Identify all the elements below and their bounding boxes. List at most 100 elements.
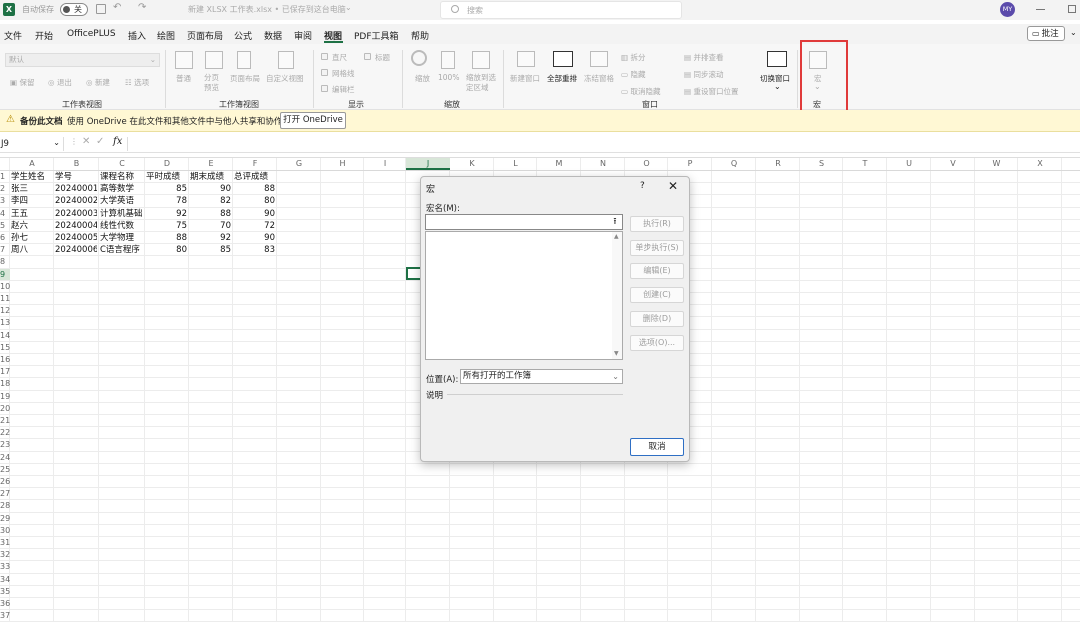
row-header[interactable]: 14: [0, 330, 10, 342]
column-header[interactable]: Q: [712, 158, 756, 170]
column-header[interactable]: N: [581, 158, 625, 170]
search-box[interactable]: 搜索: [440, 1, 682, 19]
cell[interactable]: 20240002: [55, 195, 97, 207]
cell[interactable]: 80: [146, 244, 187, 256]
row-header[interactable]: 16: [0, 354, 10, 366]
cell[interactable]: 20240004: [55, 220, 97, 232]
autosave-toggle[interactable]: 关: [60, 3, 88, 16]
column-header[interactable]: S: [800, 158, 843, 170]
row-header[interactable]: 8: [0, 256, 10, 268]
cancel-button[interactable]: 取消: [630, 438, 684, 456]
cell[interactable]: 88: [234, 183, 275, 195]
avatar[interactable]: MY: [1000, 2, 1015, 17]
column-header[interactable]: O: [625, 158, 668, 170]
column-header[interactable]: X: [1018, 158, 1062, 170]
cell[interactable]: 王五: [11, 208, 52, 220]
row-header[interactable]: 6: [0, 232, 10, 244]
edit-button[interactable]: 编辑(E): [630, 263, 684, 279]
cell[interactable]: 计算机基础: [100, 208, 143, 220]
row-header[interactable]: 32: [0, 549, 10, 561]
scroll-up-icon[interactable]: ▲: [614, 233, 619, 240]
cell[interactable]: 82: [190, 195, 231, 207]
row-header[interactable]: 10: [0, 281, 10, 293]
cell[interactable]: 高等数学: [100, 183, 143, 195]
new-view-button[interactable]: ◎ 新建: [86, 77, 110, 88]
row-header[interactable]: 18: [0, 378, 10, 390]
menu-pdf-tools[interactable]: PDF工具箱: [354, 29, 399, 42]
cell[interactable]: 78: [146, 195, 187, 207]
zoom-icon[interactable]: [411, 50, 427, 66]
column-header[interactable]: H: [321, 158, 364, 170]
run-button[interactable]: 执行(R): [630, 216, 684, 232]
row-header[interactable]: 24: [0, 452, 10, 464]
row-header[interactable]: 33: [0, 561, 10, 573]
cell[interactable]: 92: [146, 208, 187, 220]
normal-view-icon[interactable]: [175, 51, 193, 69]
row-header[interactable]: 26: [0, 476, 10, 488]
row-header[interactable]: 36: [0, 598, 10, 610]
cell[interactable]: 90: [234, 232, 275, 244]
step-into-button[interactable]: 单步执行(S): [630, 240, 684, 256]
row-header[interactable]: 25: [0, 464, 10, 476]
cell[interactable]: 83: [234, 244, 275, 256]
zoom-100-icon[interactable]: [441, 51, 455, 69]
name-box[interactable]: J9 ⌄: [0, 137, 64, 151]
comment-button[interactable]: ▭ 批注: [1027, 26, 1065, 41]
exit-view-button[interactable]: ◎ 退出: [48, 77, 72, 88]
row-header[interactable]: 19: [0, 391, 10, 403]
reset-position-button[interactable]: ▤ 重设窗口位置: [684, 86, 738, 97]
options-button[interactable]: 选项(O)...: [630, 335, 684, 351]
cell[interactable]: 20240003: [55, 208, 97, 220]
view-options-button[interactable]: ☷ 选项: [125, 77, 149, 88]
location-select[interactable]: 所有打开的工作簿 ⌄: [460, 369, 623, 384]
row-header[interactable]: 22: [0, 427, 10, 439]
scrollbar[interactable]: ▲ ▼: [612, 232, 622, 359]
undo-icon[interactable]: ↶: [113, 2, 121, 13]
menu-help[interactable]: 帮助: [411, 29, 429, 42]
restore-icon[interactable]: [1068, 5, 1076, 13]
cell[interactable]: 平时成绩: [146, 171, 187, 183]
chevron-down-icon[interactable]: ⌄: [345, 3, 352, 12]
cell[interactable]: 张三: [11, 183, 52, 195]
delete-button[interactable]: 删除(D): [630, 311, 684, 327]
row-header[interactable]: 17: [0, 366, 10, 378]
cell[interactable]: 85: [146, 183, 187, 195]
row-header[interactable]: 30: [0, 525, 10, 537]
scroll-down-icon[interactable]: ▼: [614, 350, 619, 357]
column-header[interactable]: P: [668, 158, 712, 170]
cell[interactable]: 20240001: [55, 183, 97, 195]
sync-scroll-button[interactable]: ▤ 同步滚动: [684, 69, 723, 80]
cell[interactable]: 92: [190, 232, 231, 244]
column-header[interactable]: B: [54, 158, 99, 170]
ruler-checkbox[interactable]: [321, 53, 328, 60]
column-header[interactable]: U: [887, 158, 931, 170]
fx-icon[interactable]: fx: [113, 136, 122, 147]
row-header[interactable]: 5: [0, 220, 10, 232]
cell[interactable]: 赵六: [11, 220, 52, 232]
menu-formulas[interactable]: 公式: [234, 29, 252, 42]
menu-insert[interactable]: 插入: [128, 29, 146, 42]
keep-view-button[interactable]: ▣ 保留: [10, 77, 34, 88]
unhide-button[interactable]: ▭ 取消隐藏: [621, 86, 660, 97]
page-break-preview-icon[interactable]: [205, 51, 223, 69]
column-header[interactable]: T: [843, 158, 887, 170]
column-header[interactable]: W: [975, 158, 1018, 170]
switch-windows-icon[interactable]: [767, 51, 787, 67]
menu-review[interactable]: 审阅: [294, 29, 312, 42]
row-header[interactable]: 4: [0, 208, 10, 220]
row-header[interactable]: 27: [0, 488, 10, 500]
freeze-panes-icon[interactable]: [590, 51, 608, 67]
column-header[interactable]: L: [494, 158, 537, 170]
column-header[interactable]: M: [537, 158, 581, 170]
row-header[interactable]: 31: [0, 537, 10, 549]
menu-file[interactable]: 文件: [4, 29, 22, 42]
new-window-icon[interactable]: [517, 51, 535, 67]
side-by-side-button[interactable]: ▤ 并排查看: [684, 52, 723, 63]
sheet-view-dropdown[interactable]: 默认 ⌄: [5, 53, 160, 67]
cell[interactable]: 孙七: [11, 232, 52, 244]
menu-home[interactable]: 开始: [35, 29, 53, 42]
split-button[interactable]: ▥ 拆分: [621, 52, 645, 63]
row-header[interactable]: 9: [0, 268, 10, 281]
row-header[interactable]: 34: [0, 574, 10, 586]
macro-name-input[interactable]: [425, 214, 623, 230]
